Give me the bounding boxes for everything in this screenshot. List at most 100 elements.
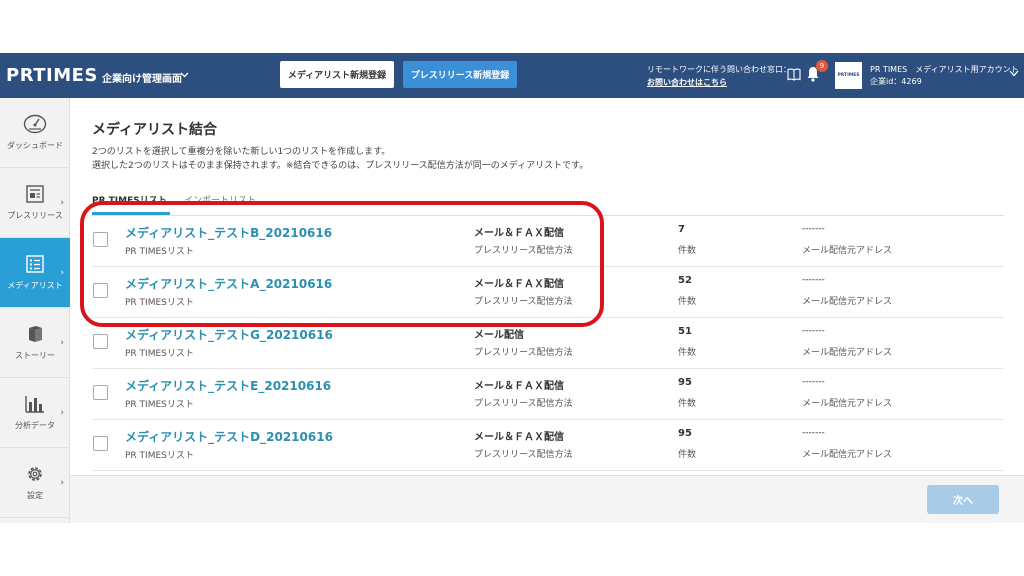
record-count: 95: [678, 377, 692, 388]
account-info[interactable]: PR TIMES メディアリスト用アカウント 企業id：4269: [870, 64, 1019, 88]
page-title: メディアリスト結合: [92, 122, 218, 138]
remote-notice-text: リモートワークに伴う問い合わせ窓口：: [647, 65, 791, 74]
top-header: PRTIMES 企業向け管理画面 メディアリスト新規登録 プレスリリース新規登録…: [0, 53, 1024, 98]
sender-email: -------: [802, 326, 825, 336]
record-count: 95: [678, 428, 692, 439]
guide-book-icon[interactable]: [787, 68, 801, 81]
table-row[interactable]: メディアリスト_テストD_20210616 PR TIMESリスト メール＆ＦＡ…: [92, 420, 1004, 471]
sidebar-item-media-list[interactable]: メディアリスト ›: [0, 238, 70, 308]
description-line: 2つのリストを選択して重複分を除いた新しい1つのリストを作成します。: [92, 147, 391, 157]
chevron-right-icon: ›: [60, 198, 64, 208]
sidebar-item-label: 設定: [27, 491, 43, 500]
media-list-name[interactable]: メディアリスト_テストD_20210616: [125, 428, 333, 445]
delivery-method: メール＆ＦＡＸ配信: [474, 381, 564, 392]
remote-notice: リモートワークに伴う問い合わせ窓口： お問い合わせはこちら: [647, 63, 791, 89]
delivery-method-label: プレスリリース配信方法: [474, 399, 573, 409]
sender-email: -------: [802, 224, 825, 234]
chevron-down-icon[interactable]: [180, 72, 189, 78]
media-list-name[interactable]: メディアリスト_テストE_20210616: [125, 377, 331, 394]
media-list-type: PR TIMESリスト: [125, 400, 194, 410]
media-list-name[interactable]: メディアリスト_テストA_20210616: [125, 275, 332, 292]
sender-email-label: メール配信元アドレス: [802, 399, 893, 409]
delivery-method-label: プレスリリース配信方法: [474, 348, 573, 358]
sidebar-item-label: プレスリリース: [7, 211, 63, 220]
admin-label[interactable]: 企業向け管理画面: [102, 70, 182, 85]
media-list-name[interactable]: メディアリスト_テストG_20210616: [125, 326, 333, 343]
sender-email: -------: [802, 275, 825, 285]
media-list-name[interactable]: メディアリスト_テストB_20210616: [125, 224, 332, 241]
sidebar-item-label: ダッシュボード: [7, 141, 63, 150]
delivery-method: メール＆ＦＡＸ配信: [474, 279, 564, 290]
press-release-icon: [26, 185, 44, 203]
tab-pr-times-list[interactable]: PR TIMESリスト: [92, 193, 167, 206]
delivery-method-label: プレスリリース配信方法: [474, 246, 573, 256]
app-window: PRTIMES 企業向け管理画面 メディアリスト新規登録 プレスリリース新規登録…: [0, 53, 1024, 523]
record-count: 52: [678, 275, 692, 286]
sidebar-item-dashboard[interactable]: ダッシュボード: [0, 98, 70, 168]
row-checkbox[interactable]: [93, 232, 108, 247]
media-list-type: PR TIMESリスト: [125, 451, 194, 461]
delivery-method: メール＆ＦＡＸ配信: [474, 228, 564, 239]
main-content: メディアリスト結合 2つのリストを選択して重複分を除いた新しい1つのリストを作成…: [70, 98, 1024, 523]
sidebar-item-settings[interactable]: 設定 ›: [0, 448, 70, 518]
record-count-label: 件数: [678, 348, 697, 358]
row-checkbox[interactable]: [93, 385, 108, 400]
sidebar-item-label: メディアリスト: [7, 281, 63, 290]
page-description: 2つのリストを選択して重複分を除いた新しい1つのリストを作成します。 選択した2…: [92, 145, 588, 173]
sender-email-label: メール配信元アドレス: [802, 297, 893, 307]
account-name: PR TIMES メディアリスト用アカウント: [870, 65, 1019, 74]
description-line: 選択した2つのリストはそのまま保持されます。※結合できるのは、プレスリリース配信…: [92, 161, 589, 171]
new-press-release-button[interactable]: プレスリリース新規登録: [403, 61, 517, 88]
sender-email: -------: [802, 377, 825, 387]
media-list-type: PR TIMESリスト: [125, 349, 194, 359]
bar-chart-icon: [25, 396, 44, 413]
chevron-right-icon: ›: [60, 408, 64, 418]
account-avatar[interactable]: PRTIMES: [835, 62, 862, 89]
chevron-down-icon[interactable]: [1009, 70, 1019, 77]
notification-badge: 9: [816, 60, 828, 72]
contact-link[interactable]: お問い合わせはこちら: [647, 78, 727, 87]
footer-bar: 次へ: [70, 475, 1024, 523]
sender-email-label: メール配信元アドレス: [802, 348, 893, 358]
row-checkbox[interactable]: [93, 436, 108, 451]
row-checkbox[interactable]: [93, 334, 108, 349]
delivery-method: メール＆ＦＡＸ配信: [474, 432, 564, 443]
chevron-right-icon: ›: [60, 478, 64, 488]
media-list-icon: [26, 255, 44, 273]
sidebar-item-story[interactable]: ストーリー ›: [0, 308, 70, 378]
sidebar-item-label: ストーリー: [15, 351, 55, 360]
sender-email-label: メール配信元アドレス: [802, 246, 893, 256]
table-row[interactable]: メディアリスト_テストG_20210616 PR TIMESリスト メール配信 …: [92, 318, 1004, 369]
sidebar-item-analytics[interactable]: 分析データ ›: [0, 378, 70, 448]
gear-icon: [28, 467, 42, 481]
tab-import-list[interactable]: インポートリスト: [184, 193, 256, 206]
delivery-method: メール配信: [474, 330, 524, 341]
next-button[interactable]: 次へ: [927, 485, 999, 514]
record-count-label: 件数: [678, 297, 697, 307]
record-count: 51: [678, 326, 692, 337]
account-id: 企業id：4269: [870, 77, 922, 86]
chevron-right-icon: ›: [60, 338, 64, 348]
media-list-type: PR TIMESリスト: [125, 298, 194, 308]
sidebar-item-press-release[interactable]: プレスリリース ›: [0, 168, 70, 238]
new-media-list-button[interactable]: メディアリスト新規登録: [280, 61, 394, 88]
record-count-label: 件数: [678, 399, 697, 409]
media-list-type: PR TIMESリスト: [125, 247, 194, 257]
delivery-method-label: プレスリリース配信方法: [474, 297, 573, 307]
sidebar: ダッシュボード プレスリリース › メディアリスト › ストーリー › 分析デー…: [0, 98, 70, 523]
table-row[interactable]: メディアリスト_テストE_20210616 PR TIMESリスト メール＆ＦＡ…: [92, 369, 1004, 420]
book-icon: [29, 326, 42, 342]
record-count-label: 件数: [678, 450, 697, 460]
pr-times-logo[interactable]: PRTIMES: [6, 65, 98, 86]
sender-email: -------: [802, 428, 825, 438]
row-checkbox[interactable]: [93, 283, 108, 298]
sidebar-item-label: 分析データ: [15, 421, 55, 430]
table-row[interactable]: メディアリスト_テストB_20210616 PR TIMESリスト メール＆ＦＡ…: [92, 216, 1004, 267]
active-tab-indicator: [92, 212, 170, 215]
dashboard-icon: [23, 114, 47, 134]
chevron-right-icon: ›: [60, 268, 64, 278]
table-row[interactable]: メディアリスト_テストA_20210616 PR TIMESリスト メール＆ＦＡ…: [92, 267, 1004, 318]
delivery-method-label: プレスリリース配信方法: [474, 450, 573, 460]
sender-email-label: メール配信元アドレス: [802, 450, 893, 460]
record-count-label: 件数: [678, 246, 697, 256]
